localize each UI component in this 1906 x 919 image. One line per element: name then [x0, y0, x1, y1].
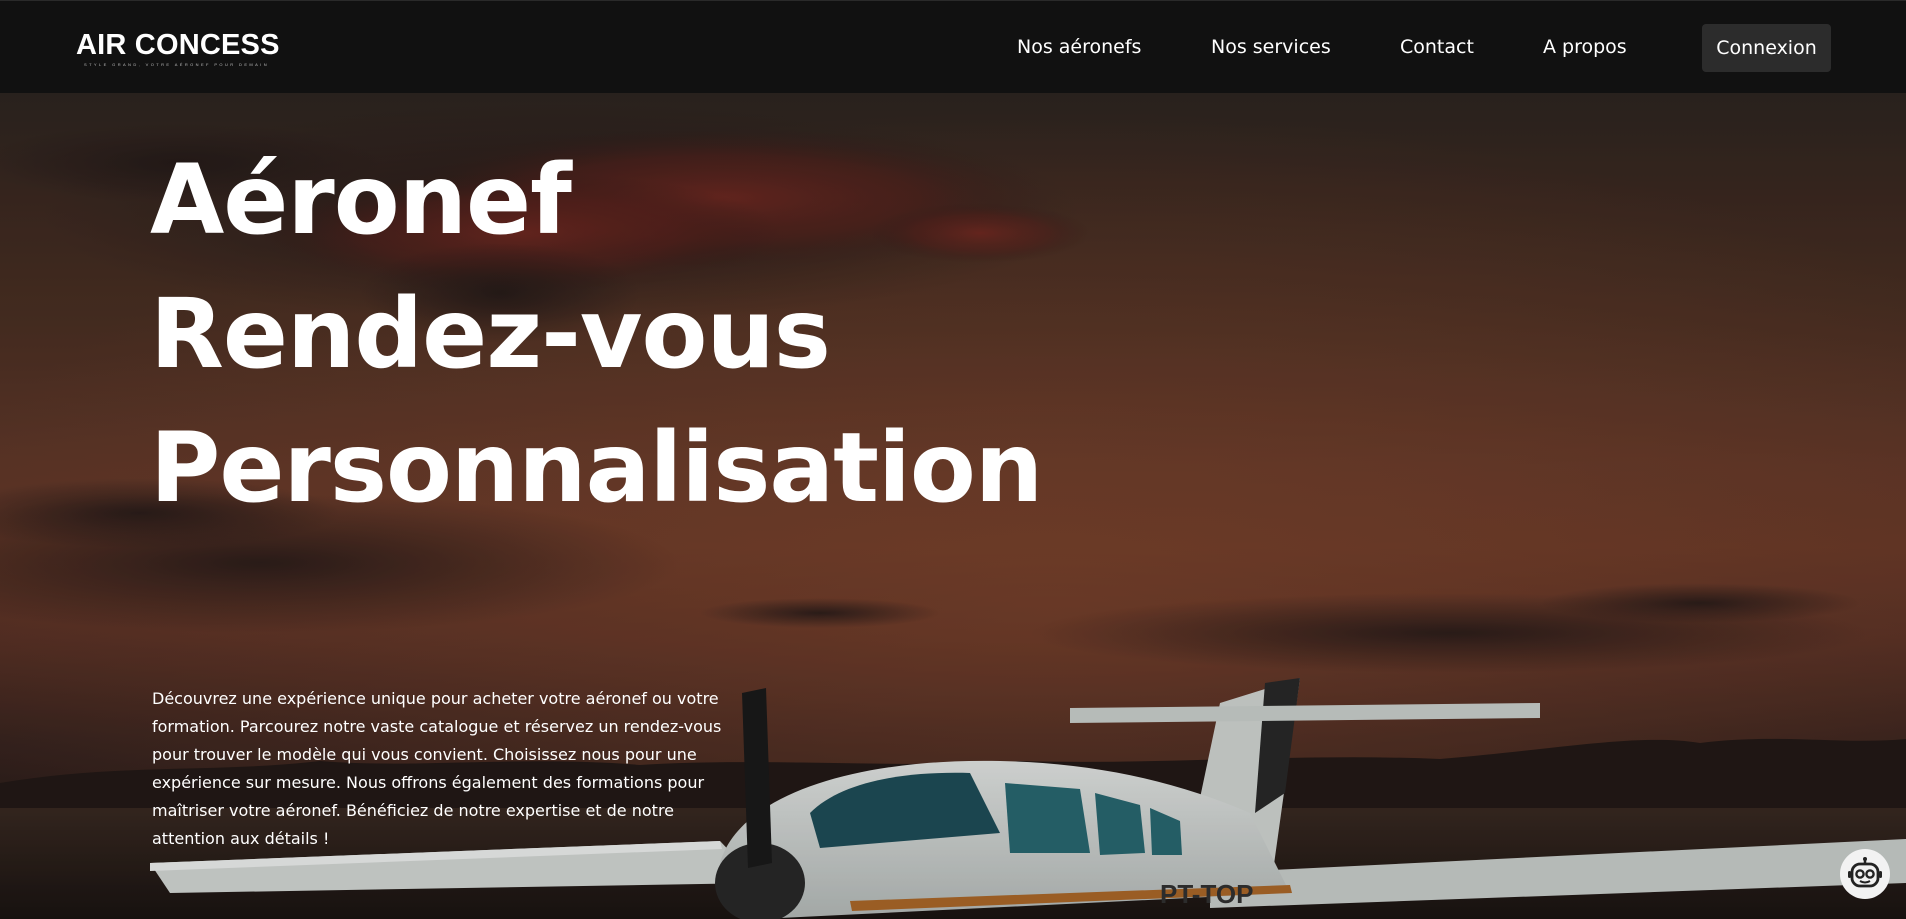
- login-button[interactable]: Connexion: [1702, 24, 1831, 72]
- hero-line-aeronef: Aéronef: [150, 144, 572, 256]
- chatbot-button[interactable]: [1840, 849, 1890, 899]
- nav-link-a-propos[interactable]: A propos: [1543, 35, 1627, 59]
- hero-title: Aéronef Rendez-vous Personnalisation: [150, 133, 1050, 535]
- brand-tagline: STYLE GRAND, VOTRE AÉRONEF POUR DEMAIN: [84, 62, 269, 67]
- nav-link-services[interactable]: Nos services: [1211, 35, 1331, 59]
- brand-name: AIR CONCESS: [76, 29, 280, 61]
- hero-description: Découvrez une expérience unique pour ach…: [152, 689, 722, 848]
- hero-line-personnalisation: Personnalisation: [150, 412, 1043, 524]
- nav-link-aeronefs[interactable]: Nos aéronefs: [1017, 35, 1141, 59]
- top-navbar: AIR CONCESS STYLE GRAND, VOTRE AÉRONEF P…: [0, 0, 1906, 93]
- nav-link-contact[interactable]: Contact: [1400, 35, 1474, 59]
- hero-line-rendez-vous: Rendez-vous: [150, 278, 831, 390]
- brand-logo[interactable]: AIR CONCESS STYLE GRAND, VOTRE AÉRONEF P…: [76, 29, 286, 73]
- robot-icon: [1848, 857, 1882, 888]
- hero-section: PT-TOP Aéronef Rendez-vous Personnalisat…: [0, 93, 1906, 919]
